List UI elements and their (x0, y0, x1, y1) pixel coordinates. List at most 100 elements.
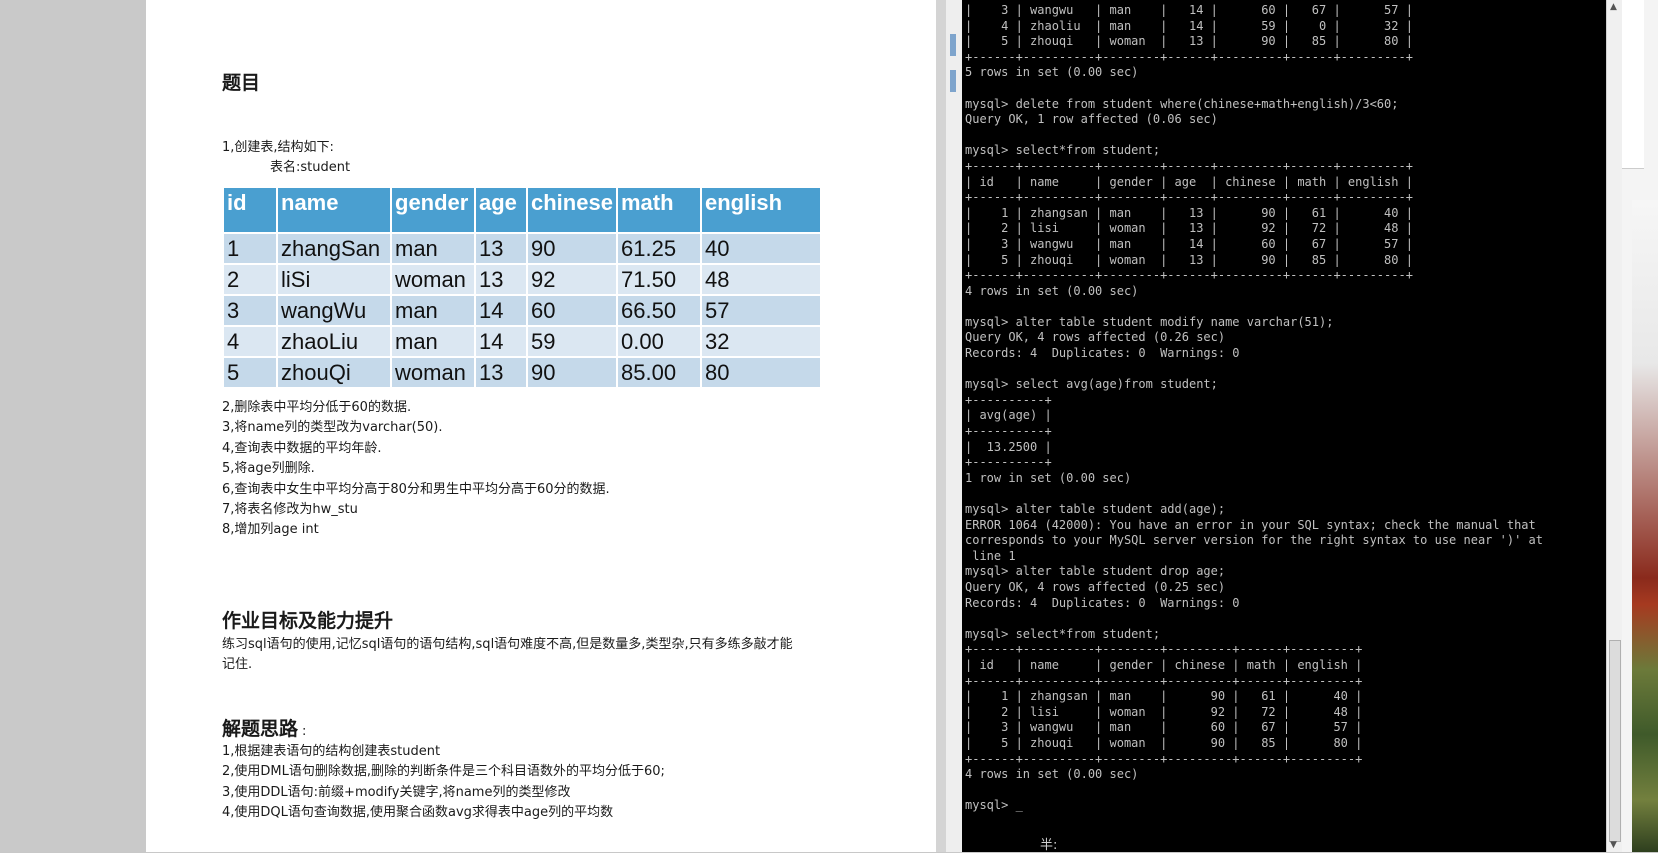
table-cell-math: 0.00 (618, 327, 700, 356)
table-cell-gender: woman (392, 358, 474, 387)
approach-step: 2,使用DML语句删除数据,删除的判断条件是三个科目语数外的平均分低于60; (222, 764, 665, 780)
table-cell-id: 2 (224, 265, 276, 294)
terminal-line: | id | name | gender | chinese | math | … (965, 657, 1363, 672)
table-cell-chinese: 60 (528, 296, 616, 325)
terminal-line: Query OK, 4 rows affected (0.26 sec) (965, 330, 1226, 345)
terminal-line: | 2 | lisi | woman | 13 | 92 | 72 | 48 | (965, 221, 1413, 236)
table-cell-name: zhangSan (278, 234, 390, 263)
table-header-gender: gender (392, 188, 474, 232)
terminal-line: mysql> select*from student; (965, 143, 1161, 158)
table-row: 5 zhouQi woman 13 90 85.00 80 (224, 358, 820, 387)
terminal-line: mysql> alter table student modify name v… (965, 314, 1334, 329)
table-header-english: english (702, 188, 820, 232)
terminal-left-frame (946, 0, 962, 852)
terminal-line: +------+----------+--------+---------+--… (965, 751, 1363, 766)
task-step: 7,将表名修改为hw_stu (222, 502, 358, 517)
table-header-age: age (476, 188, 526, 232)
table-cell-math: 61.25 (618, 234, 700, 263)
terminal-line: corresponds to your MySQL server version… (965, 533, 1543, 548)
terminal-line: Records: 4 Duplicates: 0 Warnings: 0 (965, 346, 1240, 361)
table-row: 4 zhaoLiu man 14 59 0.00 32 (224, 327, 820, 356)
terminal-line: mysql> alter table student drop age; (965, 564, 1226, 579)
goal-line-1: 练习sql语句的使用,记忆sql语句的语句结构,sql语句难度不高,但是数量多,… (222, 637, 793, 652)
terminal-line: | 1 | zhangsan | man | 90 | 61 | 40 | (965, 689, 1363, 704)
table-cell-chinese: 59 (528, 327, 616, 356)
terminal-line: | 5 | zhouqi | woman | 13 | 90 | 85 | 80… (965, 34, 1413, 49)
terminal-line: +----------+ (965, 424, 1052, 439)
terminal-line: +------+----------+--------+------+-----… (965, 158, 1413, 173)
terminal-line: | 3 | wangwu | man | 14 | 60 | 67 | 57 | (965, 3, 1413, 17)
terminal-line: | 2 | lisi | woman | 92 | 72 | 48 | (965, 704, 1363, 719)
terminal-line: | 3 | wangwu | man | 14 | 60 | 67 | 57 | (965, 236, 1413, 251)
approach-step: 1,根据建表语句的结构创建表student (222, 744, 441, 759)
terminal-line: +------+----------+--------+------+-----… (965, 49, 1413, 64)
background-photo (1632, 200, 1658, 852)
table-cell-name: liSi (278, 265, 390, 294)
frame-marker (950, 34, 956, 56)
terminal-line: | 1 | zhangsan | man | 13 | 90 | 61 | 40… (965, 205, 1413, 220)
table-cell-gender: woman (392, 265, 474, 294)
table-cell-math: 66.50 (618, 296, 700, 325)
background-window-edge (1622, 0, 1658, 852)
table-header-id: id (224, 188, 276, 232)
student-table: id name gender age chinese math english 1 zhang… (222, 186, 822, 389)
scroll-up-arrow-icon[interactable]: ▲ (1610, 2, 1617, 12)
terminal-line: 4 rows in set (0.00 sec) (965, 283, 1139, 298)
terminal-line: | 3 | wangwu | man | 60 | 67 | 57 | (965, 720, 1363, 735)
mysql-terminal[interactable]: | 3 | wangwu | man | 14 | 60 | 67 | 57 |… (962, 0, 1606, 852)
table-cell-english: 80 (702, 358, 820, 387)
table-cell-name: zhaoLiu (278, 327, 390, 356)
terminal-line: | avg(age) | (965, 408, 1052, 423)
terminal-line: ERROR 1064 (42000): You have an error in… (965, 517, 1536, 532)
table-row: 2 liSi woman 13 92 71.50 48 (224, 265, 820, 294)
terminal-line: +------+----------+--------+---------+--… (965, 673, 1363, 688)
table-cell-age: 14 (476, 327, 526, 356)
document-gutter (936, 0, 946, 852)
terminal-line: line 1 (965, 548, 1016, 563)
scroll-down-arrow-icon[interactable]: ▼ (1610, 840, 1617, 850)
terminal-line: mysql> select*from student; (965, 626, 1161, 641)
heading-approach-colon: : (302, 724, 307, 739)
task-step: 3,将name列的类型改为varchar(50). (222, 420, 443, 436)
table-cell-age: 13 (476, 265, 526, 294)
terminal-line: mysql> select avg(age)from student; (965, 377, 1218, 392)
approach-step: 3,使用DDL语句:前缀+modify关键字,将name列的类型修改 (222, 784, 571, 800)
table-cell-chinese: 90 (528, 358, 616, 387)
table-cell-id: 1 (224, 234, 276, 263)
terminal-line: | 4 | zhaoliu | man | 14 | 59 | 0 | 32 | (965, 18, 1413, 33)
scrollbar-thumb[interactable] (1609, 640, 1621, 842)
intro-line-table-name: 表名:student (270, 160, 351, 175)
task-step: 5,将age列删除. (222, 461, 315, 477)
terminal-line: +------+----------+--------+------+-----… (965, 190, 1413, 205)
terminal-line: Records: 4 Duplicates: 0 Warnings: 0 (965, 595, 1240, 610)
terminal-line: mysql> _ (965, 798, 1023, 813)
table-cell-chinese: 92 (528, 265, 616, 294)
table-cell-age: 13 (476, 358, 526, 387)
goal-line-2: 记住. (222, 657, 253, 672)
task-step: 6,查询表中女生中平均分高于80分和男生中平均分高于60分的数据. (222, 481, 610, 497)
heading-title: 题目 (222, 72, 261, 94)
table-cell-id: 5 (224, 358, 276, 387)
terminal-line: 4 rows in set (0.00 sec) (965, 767, 1139, 782)
table-cell-math: 71.50 (618, 265, 700, 294)
terminal-line: 5 rows in set (0.00 sec) (965, 65, 1139, 80)
heading-approach-wrap: 解题思路: (222, 714, 306, 741)
document-page: 题目 1,创建表,结构如下: 表名:student id name gender ag… (146, 0, 936, 852)
table-cell-english: 40 (702, 234, 820, 263)
terminal-line: | id | name | gender | age | chinese | m… (965, 174, 1413, 189)
terminal-line: | 5 | zhouqi | woman | 13 | 90 | 85 | 80… (965, 252, 1413, 267)
terminal-scrollbar[interactable]: ▲ ▼ (1606, 0, 1622, 852)
table-cell-english: 48 (702, 265, 820, 294)
terminal-line: mysql> delete from student where(chinese… (965, 96, 1399, 111)
table-cell-english: 32 (702, 327, 820, 356)
terminal-line: 1 row in set (0.00 sec) (965, 470, 1132, 485)
terminal-line: Query OK, 1 row affected (0.06 sec) (965, 112, 1218, 127)
task-step: 8,增加列age int (222, 522, 319, 538)
task-step: 2,删除表中平均分低于60的数据. (222, 400, 412, 415)
